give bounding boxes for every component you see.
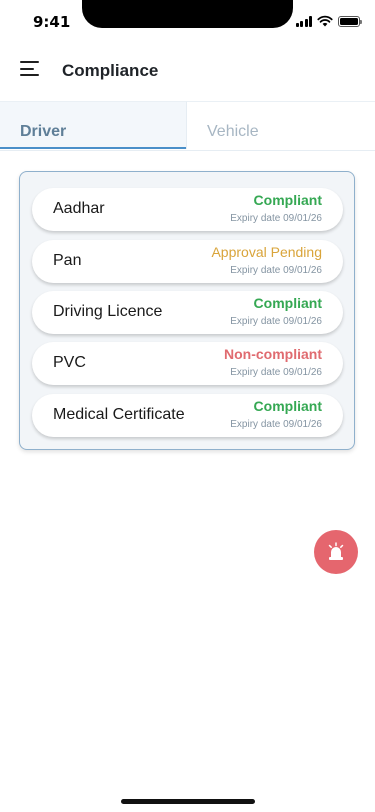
document-item-driving-licence[interactable]: Driving Licence Compliant Expiry date 09… (32, 291, 343, 334)
document-status: Compliant (253, 192, 322, 208)
compliance-document-list: Aadhar Compliant Expiry date 09/01/26 Pa… (19, 171, 355, 450)
document-status: Non-compliant (224, 346, 322, 362)
alarm-siren-icon (328, 542, 344, 560)
device-notch (82, 0, 293, 28)
page-title: Compliance (62, 61, 159, 80)
home-indicator (121, 799, 255, 804)
document-item-aadhar[interactable]: Aadhar Compliant Expiry date 09/01/26 (32, 188, 343, 231)
tab-bar: Driver Vehicle (0, 101, 375, 151)
battery-icon (338, 15, 362, 27)
document-item-pvc[interactable]: PVC Non-compliant Expiry date 09/01/26 (32, 342, 343, 385)
document-expiry: Expiry date 09/01/26 (230, 419, 322, 430)
document-item-pan[interactable]: Pan Approval Pending Expiry date 09/01/2… (32, 240, 343, 283)
document-name: Medical Certificate (53, 406, 185, 423)
wifi-icon (317, 15, 333, 27)
document-expiry: Expiry date 09/01/26 (230, 316, 322, 327)
tab-driver[interactable]: Driver (0, 101, 186, 149)
document-status: Compliant (253, 398, 322, 414)
document-item-medical-certificate[interactable]: Medical Certificate Compliant Expiry dat… (32, 394, 343, 437)
sos-button[interactable] (314, 530, 358, 574)
status-time: 9:41 (33, 13, 71, 31)
document-status: Compliant (253, 295, 322, 311)
menu-icon[interactable] (20, 61, 39, 76)
document-expiry: Expiry date 09/01/26 (230, 213, 322, 224)
status-icons (295, 15, 362, 27)
document-expiry: Expiry date 09/01/26 (230, 265, 322, 276)
tab-vehicle[interactable]: Vehicle (186, 101, 375, 149)
document-status: Approval Pending (211, 244, 322, 260)
document-name: Aadhar (53, 200, 105, 217)
document-expiry: Expiry date 09/01/26 (230, 367, 322, 378)
document-name: Driving Licence (53, 303, 163, 320)
status-bar: 9:41 (0, 0, 375, 44)
app-header: Compliance (0, 50, 375, 90)
signal-icon (295, 15, 312, 27)
document-name: PVC (53, 354, 86, 371)
document-name: Pan (53, 252, 82, 269)
